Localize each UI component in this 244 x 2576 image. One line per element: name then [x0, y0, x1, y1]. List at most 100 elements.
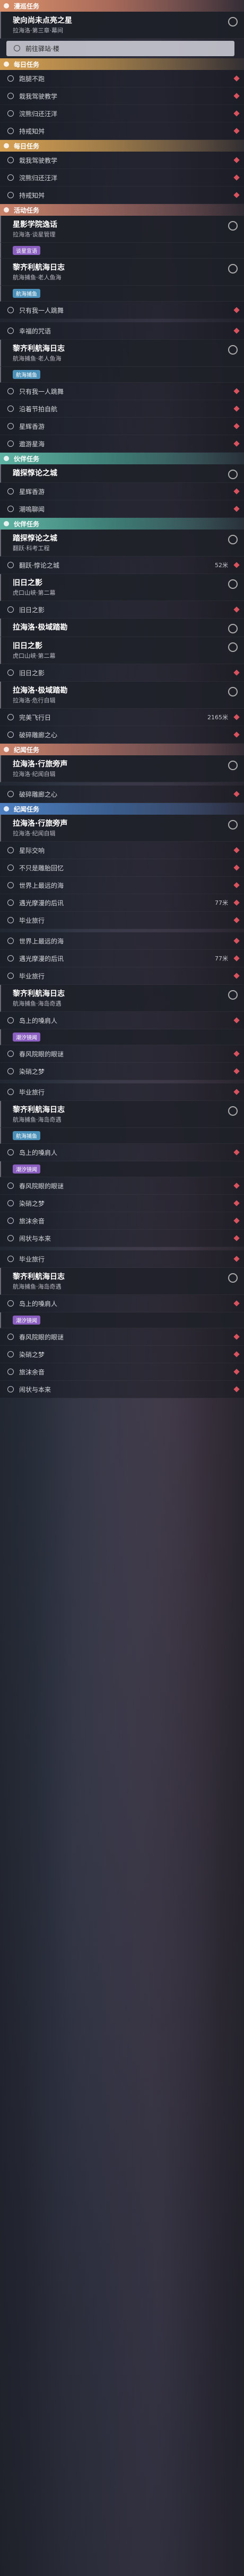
quest-card[interactable]: 旧日之影 虎口山峡·第二幕 [0, 637, 244, 664]
marker-diamond-icon [233, 1051, 240, 1057]
objective-radio-icon [7, 388, 14, 394]
quest-card[interactable]: 星影学院逸话 拉海洛·谈星管理 [0, 216, 244, 243]
track-toggle-icon[interactable] [228, 221, 238, 231]
marker-diamond-icon [233, 1351, 240, 1357]
objective-row[interactable]: 染硝之梦 [0, 1346, 244, 1363]
section-title: 伙伴任务 [14, 455, 40, 463]
objective-row[interactable]: 染硝之梦 [0, 1063, 244, 1080]
objective-row[interactable]: 前往驿站·楼 [6, 41, 234, 56]
track-toggle-icon[interactable] [228, 687, 238, 696]
objective-row[interactable]: 破碎雕廊之心 [0, 726, 244, 744]
objective-row[interactable]: 星辉香游 [0, 483, 244, 500]
objective-row[interactable]: 持戒知舛 [0, 187, 244, 204]
objective-row[interactable]: 岛上的嗓肩人 [0, 1295, 244, 1312]
objective-row[interactable]: 持戒知舛 [0, 122, 244, 140]
objective-row[interactable]: 旧日之影 [0, 601, 244, 619]
objective-row[interactable]: 世界上最远的海 [0, 932, 244, 950]
marker-diamond-icon [233, 1183, 240, 1189]
track-toggle-icon[interactable] [228, 579, 238, 589]
objective-row[interactable]: 破碎雕廊之心 [0, 786, 244, 803]
track-toggle-icon[interactable] [228, 535, 238, 544]
objective-row[interactable]: 浣熊归还汪洋 [0, 105, 244, 122]
section-icon [4, 456, 9, 461]
marker-diamond-icon [233, 973, 240, 979]
quest-card[interactable]: 拉海洛·行旅旁声 拉海洛·纪闻自辑 [0, 755, 244, 782]
objective-row[interactable]: 世界上最远的海 [0, 877, 244, 894]
objective-row[interactable]: 栽我驾驶教学 [0, 87, 244, 105]
objective-row[interactable]: 翻跃·惇论之城 52米 [0, 557, 244, 574]
objective-label: 岛上的嗓肩人 [19, 1300, 58, 1308]
quest-card[interactable]: 黎齐利航海日志 航海捕鱼·海岛奇遇 [0, 1101, 244, 1128]
track-toggle-icon[interactable] [228, 642, 238, 652]
quest-subtitle: 拉海洛·纪闻自辑 [13, 830, 56, 837]
quest-card[interactable]: 黎齐利航海日志 航海捕鱼·海岛奇遇 [0, 985, 244, 1012]
track-toggle-icon[interactable] [228, 264, 238, 274]
objective-label: 毕业旅行 [19, 916, 45, 924]
quest-card[interactable]: 拉海洛·行旅旁声 拉海洛·纪闻自辑 [0, 815, 244, 842]
quest-subtitle: 虎口山峡·第二幕 [13, 652, 56, 659]
objective-label: 栽我驾驶教学 [19, 92, 58, 100]
quest-card[interactable]: 拉海洛·极域踏勘 [0, 619, 244, 637]
track-toggle-icon[interactable] [228, 624, 238, 633]
objective-row[interactable]: 毕业旅行 [0, 1250, 244, 1268]
track-toggle-icon[interactable] [228, 1273, 238, 1283]
track-toggle-icon[interactable] [228, 17, 238, 27]
objective-row[interactable]: 春风院眼的眼谜 [0, 1328, 244, 1346]
objective-row[interactable]: 幸福的咒语 [0, 322, 244, 340]
quest-title: 黎齐利航海日志 [13, 990, 65, 998]
objective-row[interactable]: 只有我一人跳舞 [0, 383, 244, 400]
quest-card[interactable]: 旧日之影 虎口山峡·第二幕 [0, 574, 244, 601]
quest-card[interactable]: 驶向尚未点亮之星 拉海洛·第三章·幕间 [0, 12, 244, 39]
objective-row[interactable]: 旅沫余音 [0, 1212, 244, 1230]
objective-row[interactable]: 不只是雕胎回忆 [0, 859, 244, 877]
objective-label: 潮嗚聊闻 [19, 505, 45, 513]
objective-row[interactable]: 潮嗚聊闻 [0, 500, 244, 518]
quest-card[interactable]: 踏探惇论之城 [0, 464, 244, 483]
objective-row[interactable]: 遇光摩漫的后讯 77米 [0, 894, 244, 912]
objective-row[interactable]: 浣熊归还汪洋 [0, 169, 244, 187]
objective-label: 翻跃·惇论之城 [19, 561, 59, 569]
track-toggle-icon[interactable] [228, 470, 238, 479]
objective-row[interactable]: 闹状与本来 [0, 1230, 244, 1247]
quest-card[interactable]: 黎齐利航海日志 航海捕鱼·老人鱼海 [0, 259, 244, 286]
section-header: 每日任务 [0, 140, 244, 152]
section-icon [4, 806, 9, 811]
track-toggle-icon[interactable] [228, 761, 238, 770]
objective-row[interactable]: 春风院眼的眼谜 [0, 1045, 244, 1063]
objective-row[interactable]: 遨游星海 [0, 435, 244, 453]
marker-diamond-icon [233, 93, 240, 99]
objective-row[interactable]: 岛上的嗓肩人 [0, 1012, 244, 1029]
objective-row[interactable]: 完美飞行日 2165米 [0, 709, 244, 726]
track-toggle-icon[interactable] [228, 1106, 238, 1116]
objective-row[interactable]: 旧日之影 [0, 664, 244, 682]
objective-row[interactable]: 毕业旅行 [0, 912, 244, 929]
quest-card[interactable]: 黎齐利航海日志 航海捕鱼·老人鱼海 [0, 340, 244, 367]
objective-row[interactable]: 春风院眼的眼谜 [0, 1177, 244, 1195]
objective-row[interactable]: 栽我驾驶教学 [0, 152, 244, 169]
objective-row[interactable]: 岛上的嗓肩人 [0, 1144, 244, 1161]
objective-row[interactable]: 遇光摩漫的后讯 77米 [0, 950, 244, 967]
objective-row[interactable]: 只有我一人跳舞 [0, 302, 244, 319]
track-toggle-icon[interactable] [228, 990, 238, 1000]
objective-row[interactable]: 星辉香游 [0, 418, 244, 435]
objective-row[interactable]: 毕业旅行 [0, 1083, 244, 1101]
objective-row[interactable]: 旅沫余音 [0, 1363, 244, 1381]
track-toggle-icon[interactable] [228, 820, 238, 830]
section-title: 每日任务 [14, 60, 40, 68]
objective-row[interactable]: 沿着节拍自航 [0, 400, 244, 418]
quest-card[interactable]: 踏探惇论之城 翻跃·科考工程 [0, 530, 244, 557]
track-toggle-icon[interactable] [228, 345, 238, 355]
marker-diamond-icon [233, 899, 240, 906]
marker-diamond-icon [233, 562, 240, 568]
quest-subtitle: 航海捕鱼·老人鱼海 [13, 355, 62, 362]
quest-tag-row: 潮汐镜闻 [0, 1161, 244, 1177]
objective-row[interactable]: 闹状与本来 [0, 1381, 244, 1398]
objective-row[interactable]: 跑腿不跑 [0, 70, 244, 87]
quest-card[interactable]: 黎齐利航海日志 航海捕鱼·海岛奇遇 [0, 1268, 244, 1295]
marker-diamond-icon [233, 882, 240, 888]
objective-row[interactable]: 染硝之梦 [0, 1195, 244, 1212]
objective-row[interactable]: 星际交响 [0, 842, 244, 859]
objective-row[interactable]: 毕业旅行 [0, 967, 244, 985]
section-title: 纪闻任务 [14, 746, 40, 754]
quest-card[interactable]: 拉海洛·极域踏勘 拉海洛·危行自辑 [0, 682, 244, 709]
